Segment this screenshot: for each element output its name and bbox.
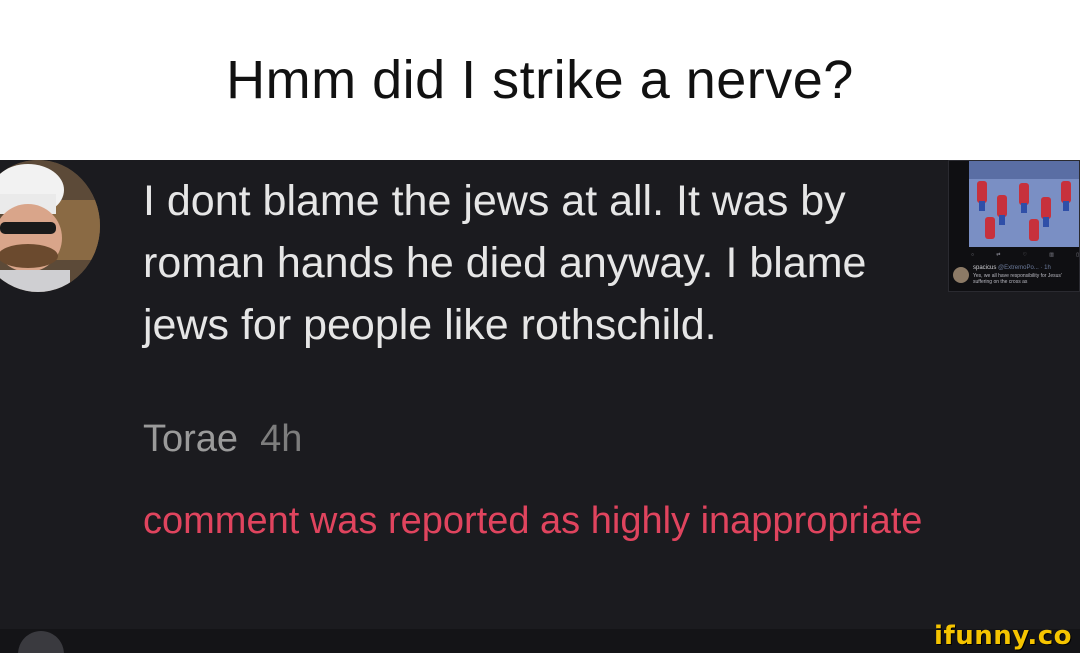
next-comment-avatar [18, 631, 64, 653]
chef-avatar-icon[interactable] [0, 160, 100, 292]
retweet-icon[interactable]: ⇄ [996, 252, 1000, 258]
avatar-image [0, 160, 100, 292]
post-author-avatar [953, 267, 969, 283]
views-icon[interactable]: ▥ [1049, 252, 1054, 258]
next-comment-strip [0, 629, 1080, 653]
comment-text: I dont blame the jews at all. It was by … [143, 177, 867, 349]
comment-screenshot: I dont blame the jews at all. It was by … [0, 160, 1080, 653]
ifunny-watermark: ifunny.co [934, 621, 1072, 651]
comment-meta: Torae 4h [143, 418, 302, 461]
post-author: spacicus @ExtremoPo... · 1h [973, 265, 1051, 271]
comment-author[interactable]: Torae [143, 418, 238, 460]
reply-icon[interactable]: ○ [971, 252, 974, 258]
spiderman-meme-image [969, 161, 1079, 247]
comment-time: 4h [260, 418, 303, 460]
post-author-handle: @ExtremoPo... · 1h [998, 265, 1051, 271]
post-author-name: spacicus [973, 265, 997, 271]
like-icon[interactable]: ♡ [1023, 252, 1027, 258]
post-text: Yes, we all have responsibility for Jesu… [973, 273, 1062, 285]
caption-text: Hmm did I strike a nerve? [226, 50, 854, 110]
thumb-action-bar: ○ ⇄ ♡ ▥ ▯ [971, 251, 1079, 259]
meme-caption: Hmm did I strike a nerve? [0, 0, 1080, 160]
bookmark-icon[interactable]: ▯ [1076, 252, 1079, 258]
report-notice: comment was reported as highly inappropr… [143, 500, 923, 542]
attached-post-thumbnail[interactable]: ○ ⇄ ♡ ▥ ▯ spacicus @ExtremoPo... · 1h Ye… [948, 160, 1080, 292]
